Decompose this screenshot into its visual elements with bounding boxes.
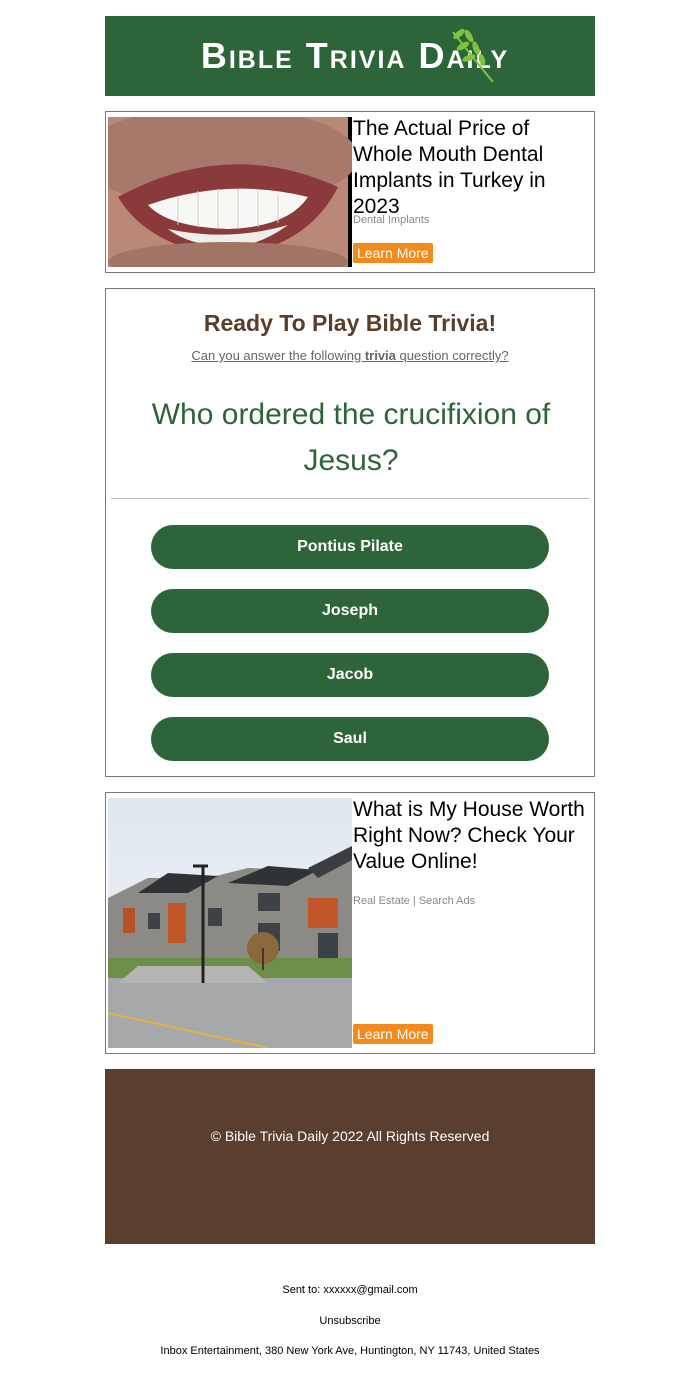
copyright-text: © Bible Trivia Daily 2022 All Rights Res… <box>210 1128 490 1144</box>
footer-banner: © Bible Trivia Daily 2022 All Rights Res… <box>105 1069 595 1244</box>
unsubscribe-link[interactable]: Unsubscribe <box>0 1315 700 1327</box>
sent-to-text: Sent to: xxxxxx@gmail.com <box>282 1284 418 1296</box>
ad-title[interactable]: What is My House Worth Right Now? Check … <box>353 797 591 875</box>
sponsored-ad-real-estate[interactable]: What is My House Worth Right Now? Check … <box>105 792 595 1054</box>
divider <box>111 498 589 499</box>
ad-image-houses[interactable] <box>108 798 352 1048</box>
answer-button-2[interactable]: Joseph <box>151 589 549 633</box>
answer-button-4[interactable]: Saul <box>151 717 549 761</box>
learn-more-button[interactable]: Learn More <box>353 1024 433 1044</box>
ad-category: Dental Implants <box>353 214 430 226</box>
sender-address: Inbox Entertainment, 380 New York Ave, H… <box>160 1345 540 1357</box>
quiz-sub-text-2: question correctly? <box>395 348 509 363</box>
answer-button-3[interactable]: Jacob <box>151 653 549 697</box>
olive-branch-icon <box>452 28 494 83</box>
learn-more-button[interactable]: Learn More <box>353 243 433 263</box>
ad-image-smile[interactable] <box>108 117 352 267</box>
trivia-quiz-card: Ready To Play Bible Trivia! Can you answ… <box>105 288 595 777</box>
quiz-subheading[interactable]: Can you answer the following trivia ques… <box>106 348 594 363</box>
ad-category: Real Estate | Search Ads <box>353 895 476 907</box>
quiz-heading: Ready To Play Bible Trivia! <box>203 310 497 336</box>
quiz-sub-bold: trivia <box>364 348 396 363</box>
ad-title[interactable]: The Actual Price of Whole Mouth Dental I… <box>353 116 591 220</box>
trivia-question: Who ordered the crucifixion of Jesus? <box>151 398 551 477</box>
sponsored-ad-dental[interactable]: The Actual Price of Whole Mouth Dental I… <box>105 111 595 273</box>
answer-button-1[interactable]: Pontius Pilate <box>151 525 549 569</box>
header-banner[interactable]: Bible Trivia Daily <box>105 16 595 96</box>
quiz-sub-text-1: Can you answer the following <box>191 348 365 363</box>
